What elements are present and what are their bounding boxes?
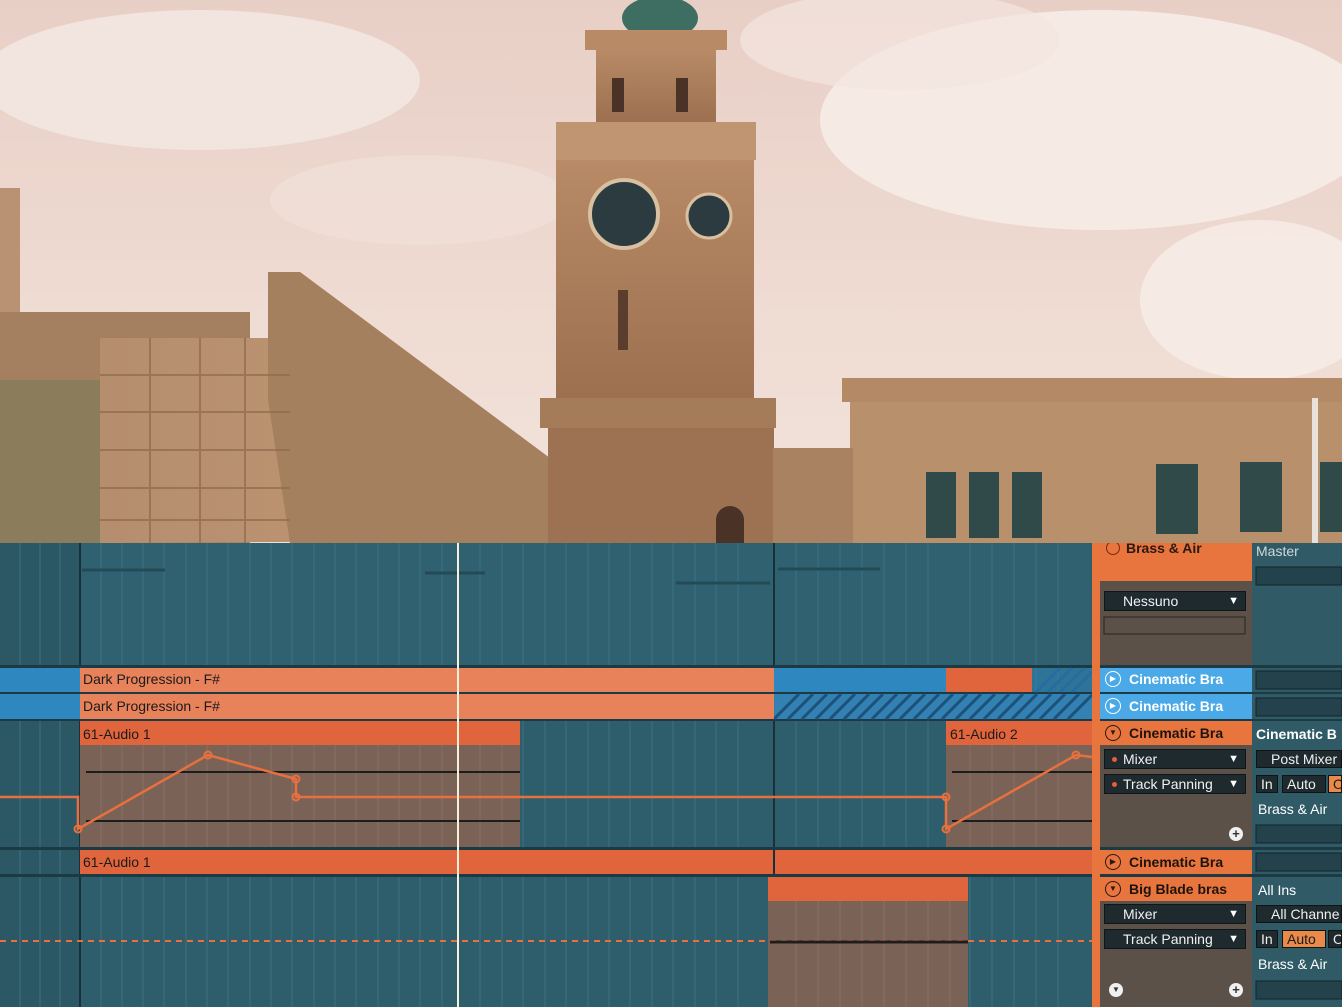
monitor-auto-button[interactable]: Auto <box>1282 775 1326 793</box>
add-lane-icon[interactable]: + <box>1229 983 1243 997</box>
dropdown-arrow-icon: ▼ <box>1228 908 1239 920</box>
track-1-name: Cinematic Bra <box>1129 671 1224 687</box>
fold-open-icon[interactable]: ▼ <box>1105 725 1121 741</box>
track-header-4[interactable]: ▶ Cinematic Bra <box>1100 851 1252 873</box>
track-5-device-select[interactable]: Mixer ▼ <box>1104 904 1246 924</box>
group-track-header[interactable]: Brass & Air <box>1100 543 1250 565</box>
track-5-param-value: Track Panning <box>1123 931 1213 947</box>
track-3-param-select[interactable]: Track Panning ▼ <box>1104 774 1246 794</box>
monitor-off-button[interactable]: O <box>1328 775 1342 793</box>
clip-audio-1[interactable]: 61-Audio 1 <box>83 726 151 742</box>
track-3-param-value: Track Panning <box>1123 776 1213 792</box>
active-dot-icon <box>1112 757 1117 762</box>
track-3-output[interactable]: Brass & Air <box>1258 801 1327 817</box>
track-5-device-value: Mixer <box>1123 906 1158 922</box>
track-3-device-value: Mixer <box>1123 751 1158 767</box>
track-3-input[interactable]: Cinematic B <box>1256 726 1342 746</box>
group-track-title: Brass & Air <box>1126 543 1202 556</box>
fold-open-icon[interactable]: ▼ <box>1105 881 1121 897</box>
clip-audio-1b[interactable]: 61-Audio 1 <box>83 854 151 870</box>
track-header-5[interactable]: ▼ Big Blade bras <box>1100 878 1252 900</box>
collapse-arrow-icon[interactable]: ▼ <box>1109 983 1123 997</box>
monitor-auto-button[interactable]: Auto <box>1282 930 1326 948</box>
dropdown-arrow-icon: ▼ <box>1228 595 1239 607</box>
track-3-tap-select[interactable]: Post Mixer <box>1256 750 1342 768</box>
input-select-value: Nessuno <box>1123 593 1179 609</box>
track-3-name: Cinematic Bra <box>1129 725 1224 741</box>
monitor-in-button[interactable]: In <box>1256 775 1278 793</box>
clip-dark-progression-2[interactable]: Dark Progression - F# <box>83 698 220 714</box>
dropdown-arrow-icon: ▼ <box>1228 753 1239 765</box>
track-5-name: Big Blade bras <box>1129 881 1228 897</box>
play-circle-icon[interactable]: ▶ <box>1105 854 1121 870</box>
track-3-device-select[interactable]: Mixer ▼ <box>1104 749 1246 769</box>
background-photo <box>0 0 1342 543</box>
play-circle-icon[interactable]: ▶ <box>1105 671 1121 687</box>
play-circle-icon[interactable]: ▶ <box>1105 698 1121 714</box>
track-2-name: Cinematic Bra <box>1129 698 1224 714</box>
master-label: Master <box>1256 543 1299 559</box>
track-4-name: Cinematic Bra <box>1129 854 1224 870</box>
fold-icon[interactable] <box>1106 543 1120 555</box>
monitor-off-button[interactable]: O <box>1328 930 1342 948</box>
track-5-input[interactable]: All Ins <box>1258 882 1296 898</box>
arrangement-view: Dark Progression - F# Dark Progression -… <box>0 543 1342 1007</box>
track-header-1[interactable]: ▶ Cinematic Bra <box>1100 668 1252 690</box>
add-lane-icon[interactable]: + <box>1229 827 1243 841</box>
monitor-in-button[interactable]: In <box>1256 930 1278 948</box>
dropdown-arrow-icon: ▼ <box>1228 933 1239 945</box>
input-select[interactable]: Nessuno ▼ <box>1104 591 1246 611</box>
track-5-output[interactable]: Brass & Air <box>1258 956 1327 972</box>
clip-dark-progression-1[interactable]: Dark Progression - F# <box>83 671 220 687</box>
dropdown-arrow-icon: ▼ <box>1228 778 1239 790</box>
track-header-2[interactable]: ▶ Cinematic Bra <box>1100 695 1252 717</box>
track-5-channel-select[interactable]: All Channe <box>1256 905 1342 923</box>
track-header-3[interactable]: ▼ Cinematic Bra <box>1100 722 1252 744</box>
track-5-param-select[interactable]: Track Panning ▼ <box>1104 929 1246 949</box>
active-dot-icon <box>1112 782 1117 787</box>
clip-audio-2[interactable]: 61-Audio 2 <box>950 726 1018 742</box>
